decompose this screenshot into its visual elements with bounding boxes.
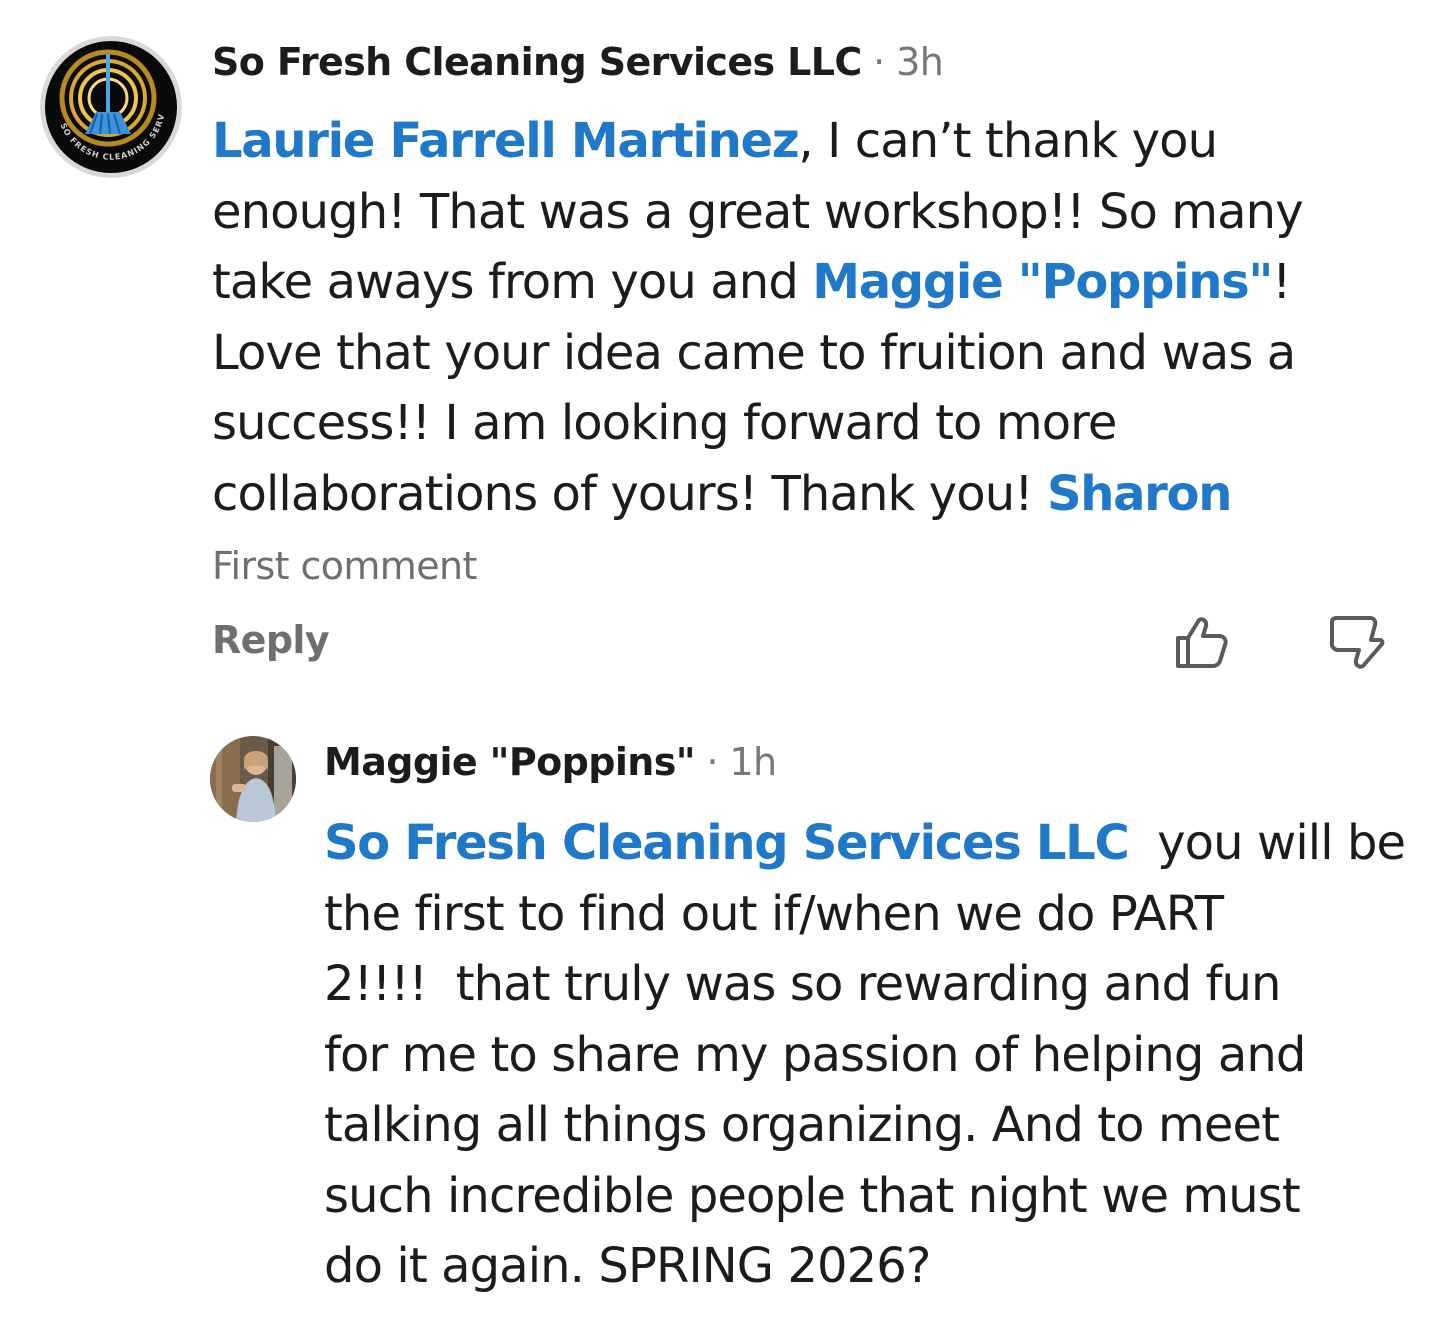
reply-line: So Fresh Cleaning Services LLC you will … (324, 808, 1406, 879)
thumbs-down-icon (1329, 616, 1385, 669)
reply-body: So Fresh Cleaning Services LLC you will … (324, 808, 1406, 1302)
reply-button[interactable]: Reply (212, 616, 330, 664)
like-button[interactable] (1170, 612, 1230, 672)
comment-timestamp: 3h (896, 40, 944, 84)
reply-timestamp: 1h (729, 740, 777, 784)
reply-line: for me to share my passion of helping an… (324, 1026, 1306, 1083)
first-comment-badge: First comment (212, 544, 477, 588)
separator-dot: · (873, 40, 885, 84)
mention-link[interactable]: Laurie Farrell Martinez (212, 113, 800, 169)
mention-link[interactable]: Sharon (1047, 466, 1232, 522)
comment-text: , I can’t thank you (798, 113, 1218, 169)
comment-body: Laurie Farrell Martinez, I can’t thank y… (212, 106, 1304, 530)
comment-line: collaborations of yours! Thank you! Shar… (212, 459, 1303, 530)
comment-text: collaborations of yours! Thank you! (212, 465, 1047, 522)
reply-author-avatar[interactable] (210, 736, 296, 822)
reply-text: you will be (1128, 815, 1406, 871)
comment-line: take aways from you and Maggie "Poppins"… (212, 247, 1303, 318)
comment-author[interactable]: So Fresh Cleaning Services LLC (212, 40, 862, 84)
reply-author[interactable]: Maggie "Poppins" (324, 740, 696, 784)
comment-line: success!! I am looking forward to more (212, 395, 1117, 451)
mention-link[interactable]: Maggie "Poppins" (812, 254, 1273, 310)
comment-text: ! (1272, 254, 1291, 310)
reply-line: the first to find out if/when we do PART (324, 885, 1224, 942)
commenter-avatar[interactable]: SO FRESH CLEANING SERVICES LLC (40, 36, 182, 178)
reply-line: do it again. SPRING 2026? (324, 1238, 931, 1294)
separator-dot: · (706, 740, 718, 784)
dislike-button[interactable] (1326, 612, 1386, 672)
comment-thread: SO FRESH CLEANING SERVICES LLC So Fresh … (0, 0, 1440, 1340)
comment-line: Laurie Farrell Martinez, I can’t thank y… (212, 106, 1303, 177)
reply-header: Maggie "Poppins" · 1h (324, 738, 777, 786)
thumbs-up-icon (1176, 617, 1228, 668)
reply-line: such incredible people that night we mus… (324, 1167, 1301, 1224)
comment-text: take aways from you and (212, 254, 813, 310)
comment-line: enough! That was a great workshop!! So m… (212, 183, 1304, 240)
profile-photo (210, 736, 296, 822)
reply-line: talking all things organizing. And to me… (324, 1097, 1280, 1153)
reply-line: 2!!!! that truly was so rewarding and fu… (324, 956, 1281, 1012)
comment-line: Love that your idea came to fruition and… (212, 324, 1296, 381)
mention-link[interactable]: So Fresh Cleaning Services LLC (324, 815, 1130, 871)
broom-logo-icon: SO FRESH CLEANING SERVICES LLC (40, 36, 182, 178)
comment-header: So Fresh Cleaning Services LLC · 3h (212, 38, 944, 86)
